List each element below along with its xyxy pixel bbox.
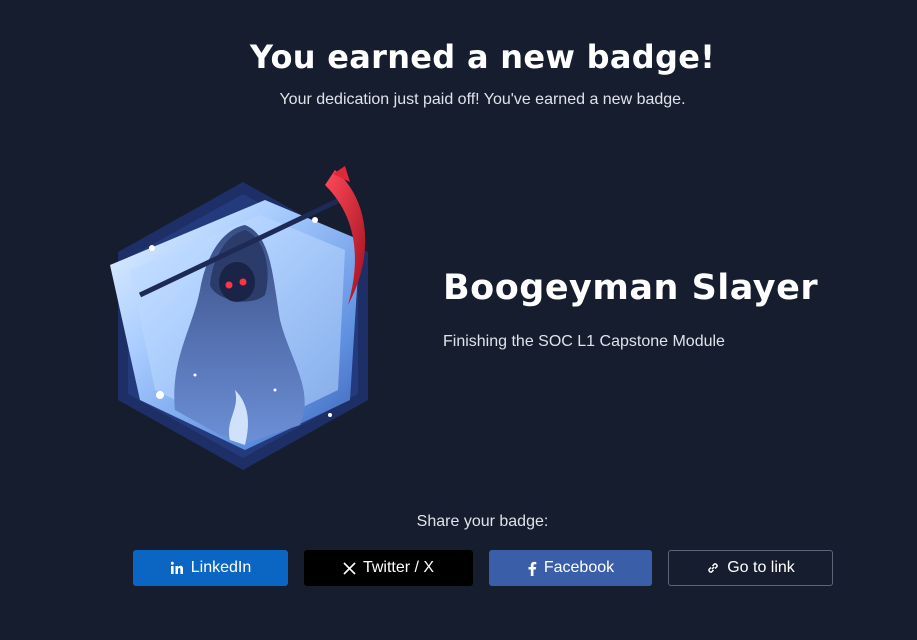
- facebook-icon: [527, 561, 537, 576]
- linkedin-label: LinkedIn: [190, 559, 252, 576]
- share-label: Share your badge:: [416, 513, 549, 530]
- go-to-link-button[interactable]: Go to link: [668, 550, 833, 586]
- facebook-share-button[interactable]: Facebook: [489, 550, 652, 586]
- page-subtitle: Your dedication just paid off! You've ea…: [279, 91, 686, 108]
- go-to-link-label: Go to link: [727, 559, 795, 576]
- badge-image: [100, 160, 390, 480]
- link-icon: [706, 561, 720, 575]
- badge-name: Boogeyman Slayer: [443, 268, 819, 308]
- twitter-share-button[interactable]: Twitter / X: [304, 550, 473, 586]
- linkedin-share-button[interactable]: LinkedIn: [133, 550, 288, 586]
- twitter-label: Twitter / X: [362, 559, 435, 576]
- facebook-label: Facebook: [543, 559, 615, 576]
- linkedin-icon: [170, 561, 184, 575]
- page-title: You earned a new badge!: [249, 38, 716, 76]
- x-icon: [343, 561, 356, 575]
- badge-description: Finishing the SOC L1 Capstone Module: [443, 333, 725, 350]
